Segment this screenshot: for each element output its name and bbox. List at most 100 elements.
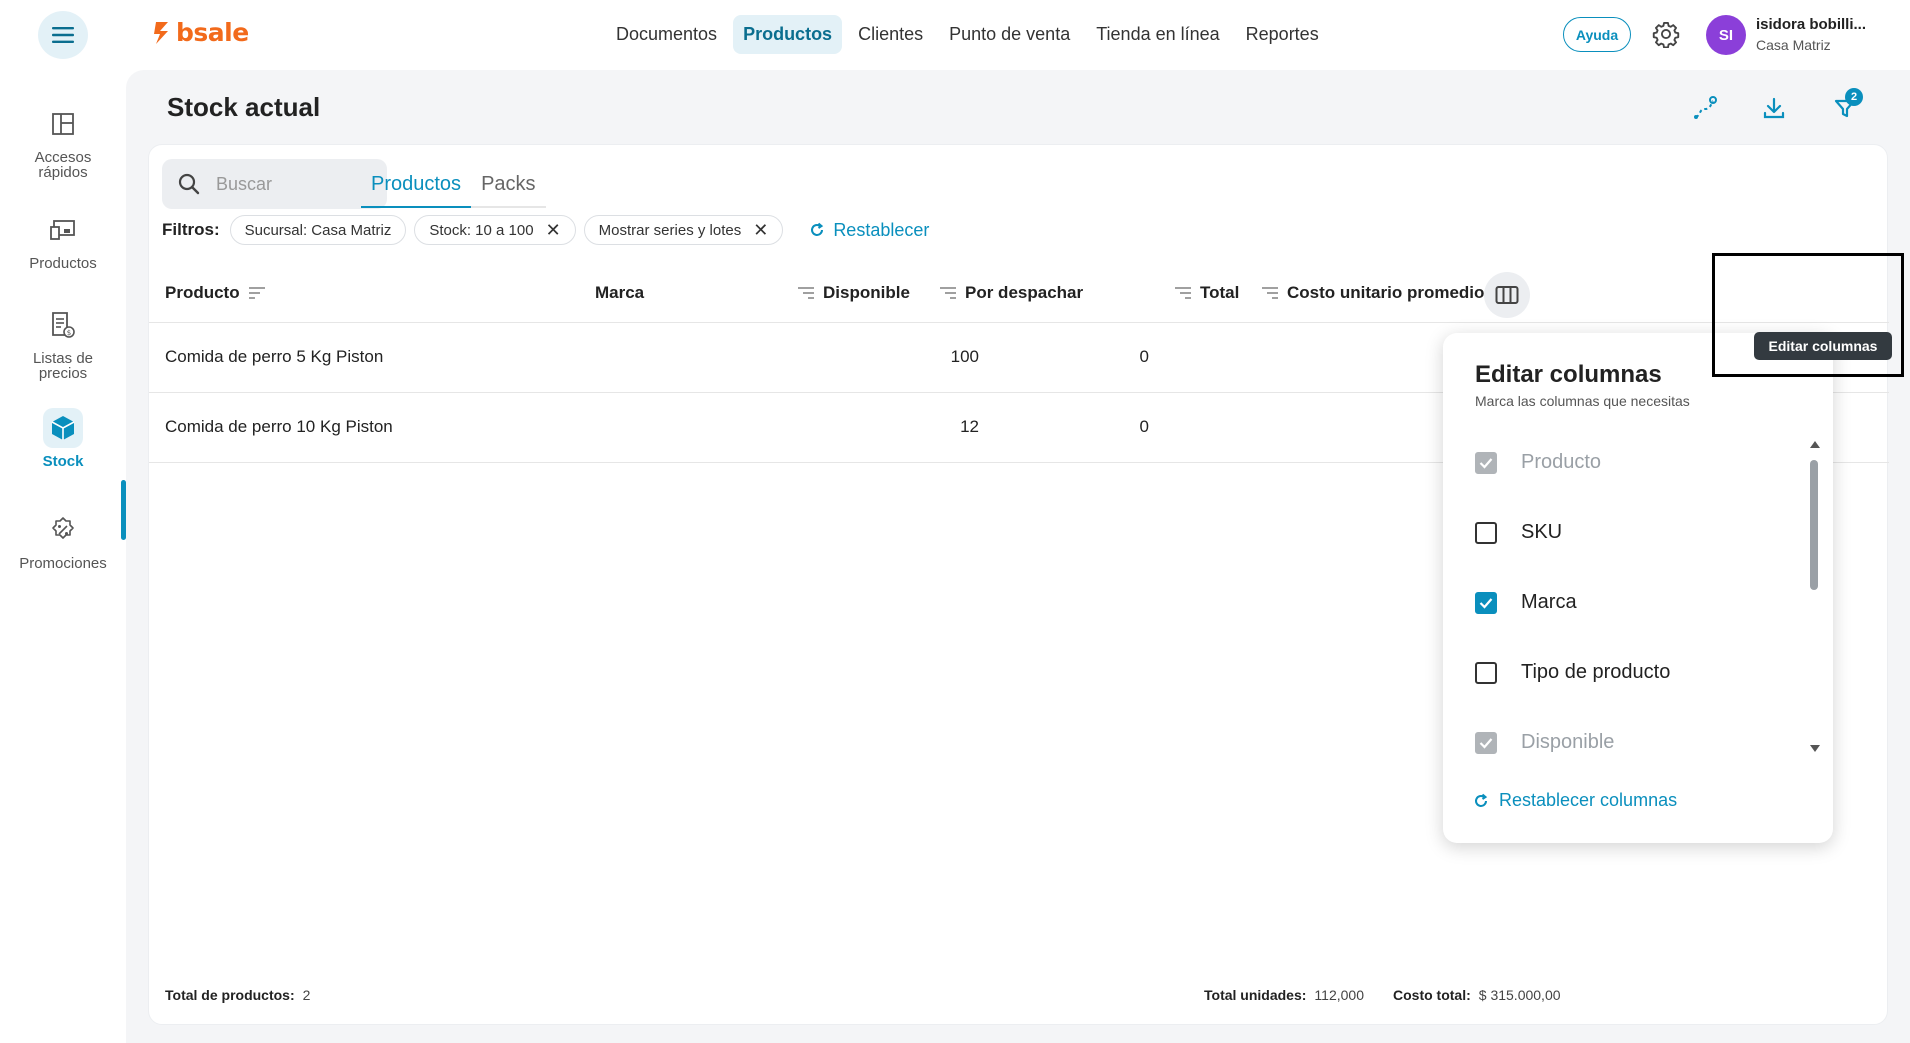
sidebar-item-label: Productos	[29, 255, 97, 272]
reset-filters-button[interactable]: Restablecer	[809, 220, 929, 241]
column-header-costo-unitario[interactable]: Costo unitario promedio	[1261, 283, 1484, 303]
refresh-icon	[1475, 793, 1488, 807]
column-option-marca[interactable]: Marca	[1475, 591, 1577, 614]
column-header-disponible[interactable]: Disponible	[797, 283, 910, 303]
sidebar-item-accesos-rapidos[interactable]: Accesos rápidos	[0, 104, 126, 180]
filter-chip-series-lotes[interactable]: Mostrar series y lotes ✕	[583, 215, 784, 245]
search-input[interactable]	[216, 173, 366, 195]
sidebar-item-listas-de-precios[interactable]: $ Listas de precios	[0, 305, 126, 381]
cell-producto: Comida de perro 5 Kg Piston	[165, 347, 384, 366]
check-icon	[1479, 457, 1493, 469]
table-header: Producto Marca Disponible Por despachar …	[149, 263, 1889, 323]
checkbox-sku[interactable]	[1475, 521, 1497, 544]
sidebar-item-productos[interactable]: Productos	[0, 210, 126, 271]
column-header-total[interactable]: Total	[1174, 283, 1239, 303]
close-icon[interactable]: ✕	[753, 221, 768, 239]
sort-icon[interactable]	[939, 286, 957, 300]
menu-icon	[52, 27, 74, 43]
total-unidades: Total unidades: 112,000	[1204, 987, 1364, 1003]
search-box[interactable]	[162, 159, 387, 209]
column-header-marca: Marca	[595, 283, 645, 302]
total-productos: Total de productos: 2	[165, 987, 311, 1003]
highlight-frame	[1712, 253, 1904, 377]
popover-title: Editar columnas	[1475, 361, 1662, 388]
nav-clientes[interactable]: Clientes	[848, 15, 933, 54]
sidebar-item-label: Accesos rápidos	[34, 149, 92, 181]
checkbox-tipo-de-producto[interactable]	[1475, 661, 1497, 684]
edit-columns-button[interactable]	[1484, 272, 1530, 318]
sort-icon[interactable]	[1261, 286, 1279, 300]
nav-tienda-en-linea[interactable]: Tienda en línea	[1086, 15, 1229, 54]
checkbox-producto	[1475, 451, 1497, 474]
filter-button[interactable]: 2	[1827, 88, 1863, 126]
cell-disponible: 100	[950, 347, 979, 366]
filter-chip-sucursal[interactable]: Sucursal: Casa Matriz	[229, 215, 407, 245]
tab-packs[interactable]: Packs	[471, 163, 546, 208]
scroll-down-icon[interactable]	[1809, 744, 1821, 754]
devices-icon	[43, 210, 83, 250]
top-bar: bsale Documentos Productos Clientes Punt…	[0, 0, 1910, 70]
nav-documentos[interactable]: Documentos	[606, 15, 727, 54]
table-footer: Total de productos: 2 Total unidades: 112,…	[149, 981, 1889, 1011]
filter-chip-label: Mostrar series y lotes	[598, 221, 742, 239]
download-icon	[1763, 97, 1785, 119]
top-navigation: Documentos Productos Clientes Punto de v…	[606, 15, 1329, 54]
nav-productos[interactable]: Productos	[733, 15, 843, 54]
filter-chip-label: Stock: 10 a 100	[429, 221, 534, 239]
help-button[interactable]: Ayuda	[1563, 17, 1631, 52]
percent-badge-icon	[43, 510, 83, 550]
nav-punto-de-venta[interactable]: Punto de venta	[939, 15, 1080, 54]
left-sidebar: Accesos rápidos Productos $ Listas de prec…	[0, 70, 126, 1043]
search-icon	[178, 173, 200, 195]
column-header-por-despachar[interactable]: Por despachar	[939, 283, 1083, 303]
checkbox-marca[interactable]	[1475, 591, 1497, 614]
reset-columns-label: Restablecer columnas	[1499, 790, 1678, 810]
cell-producto: Comida de perro 10 Kg Piston	[165, 417, 393, 436]
scroll-up-icon[interactable]	[1809, 439, 1821, 449]
user-name[interactable]: isidora bobilli...	[1756, 16, 1866, 33]
nav-reportes[interactable]: Reportes	[1236, 15, 1329, 54]
popover-subtitle: Marca las columnas que necesitas	[1475, 393, 1690, 409]
sort-icon[interactable]	[797, 286, 815, 300]
bsale-logo-text: bsale	[176, 18, 249, 47]
cell-por-despachar: 0	[1139, 347, 1149, 366]
svg-text:$: $	[67, 329, 71, 337]
route-icon	[1694, 96, 1717, 119]
filters-label: Filtros:	[162, 220, 220, 239]
layout-icon	[43, 104, 83, 144]
column-option-tipo-de-producto[interactable]: Tipo de producto	[1475, 661, 1670, 684]
reset-filters-label: Restablecer	[833, 219, 930, 240]
sidebar-item-promociones[interactable]: Promociones	[0, 510, 126, 571]
sidebar-item-label: Promociones	[19, 555, 107, 572]
column-header-producto[interactable]: Producto	[165, 283, 266, 303]
route-button[interactable]	[1688, 90, 1724, 126]
columns-icon	[1495, 286, 1519, 304]
reset-columns-button[interactable]: Restablecer columnas	[1473, 790, 1677, 811]
bsale-logo[interactable]: bsale	[152, 18, 249, 47]
active-filters: Filtros: Sucursal: Casa Matriz Stock: 10…	[162, 215, 929, 245]
sidebar-item-label: Stock	[42, 453, 84, 470]
refresh-icon	[811, 222, 824, 236]
settings-button[interactable]	[1652, 20, 1680, 53]
column-option-producto: Producto	[1475, 451, 1601, 474]
check-icon	[1479, 597, 1493, 609]
checkbox-disponible	[1475, 731, 1497, 754]
filter-chip-stock[interactable]: Stock: 10 a 100 ✕	[414, 215, 576, 245]
column-option-sku[interactable]: SKU	[1475, 521, 1562, 544]
sort-icon[interactable]	[248, 286, 266, 300]
box-icon	[43, 408, 83, 448]
user-avatar[interactable]: SI	[1706, 15, 1746, 55]
popover-scrollbar[interactable]	[1810, 460, 1818, 590]
cell-disponible: 12	[960, 417, 979, 436]
hamburger-menu-button[interactable]	[38, 11, 88, 59]
check-icon	[1479, 737, 1493, 749]
download-button[interactable]	[1756, 90, 1792, 126]
close-icon[interactable]: ✕	[546, 221, 561, 239]
tab-productos[interactable]: Productos	[361, 163, 472, 208]
user-branch: Casa Matriz	[1756, 37, 1831, 53]
filter-chip-label: Sucursal: Casa Matriz	[244, 221, 392, 239]
sort-icon[interactable]	[1174, 286, 1192, 300]
sidebar-item-label: Listas de precios	[32, 350, 94, 382]
sidebar-item-stock[interactable]: Stock	[0, 408, 126, 469]
bsale-logo-icon	[154, 21, 168, 44]
